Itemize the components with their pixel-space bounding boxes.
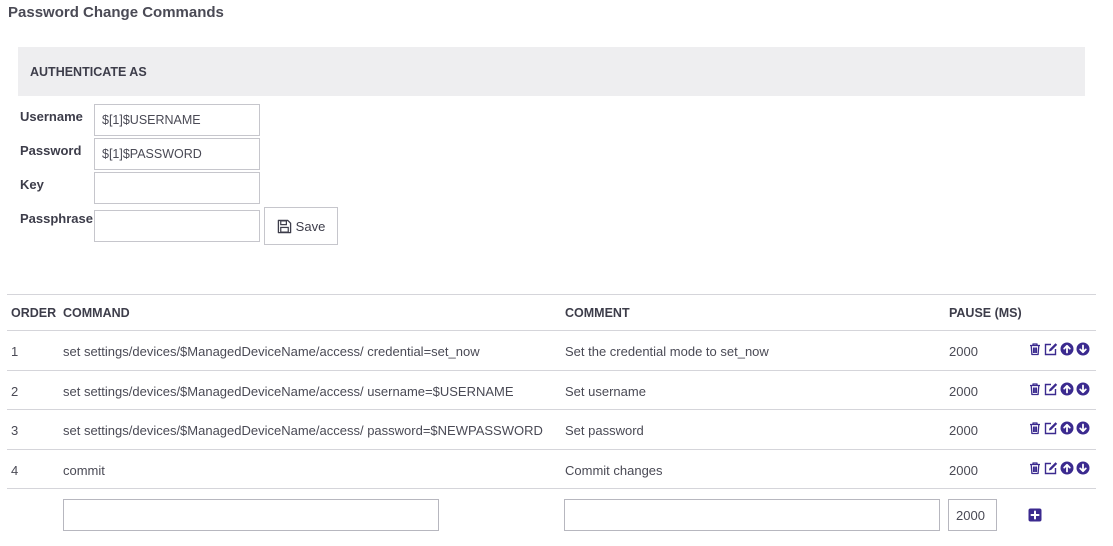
arrow-up-circle-icon[interactable]: [1060, 342, 1074, 356]
table-row: 2 set settings/devices/$ManagedDeviceNam…: [0, 371, 1113, 410]
row-command: set settings/devices/$ManagedDeviceName/…: [63, 384, 514, 399]
authenticate-as-title: AUTHENTICATE AS: [30, 65, 147, 79]
key-field[interactable]: [94, 172, 260, 204]
row-command: set settings/devices/$ManagedDeviceName/…: [63, 344, 480, 359]
row-comment: Set username: [565, 384, 646, 399]
trash-icon[interactable]: [1028, 342, 1042, 356]
row-order: 3: [11, 423, 19, 438]
order-header: ORDER: [11, 306, 57, 320]
edit-icon[interactable]: [1044, 461, 1058, 475]
new-comment-input[interactable]: [564, 499, 940, 531]
edit-icon[interactable]: [1044, 342, 1058, 356]
table-row: 1 set settings/devices/$ManagedDeviceNam…: [0, 331, 1113, 370]
plus-square-icon: [1028, 508, 1042, 522]
row-order: 2: [11, 384, 19, 399]
edit-icon[interactable]: [1044, 382, 1058, 396]
row-actions: [1028, 421, 1090, 435]
add-command-button[interactable]: [1028, 508, 1042, 522]
password-field[interactable]: [94, 138, 260, 170]
username-field[interactable]: [94, 104, 260, 136]
command-header: COMMAND: [63, 306, 130, 320]
save-button[interactable]: Save: [264, 207, 338, 245]
row-command: set settings/devices/$ManagedDeviceName/…: [63, 423, 543, 438]
password-label: Password: [20, 143, 82, 158]
row-order: 1: [11, 344, 19, 359]
row-order: 4: [11, 463, 19, 478]
edit-icon[interactable]: [1044, 421, 1058, 435]
table-top-divider: [7, 294, 1096, 295]
key-label: Key: [20, 177, 44, 192]
row-comment: Set the credential mode to set_now: [565, 344, 769, 359]
passphrase-label: Passphrase: [20, 211, 93, 226]
authenticate-as-header: AUTHENTICATE AS: [18, 47, 1085, 96]
username-label: Username: [20, 109, 83, 124]
arrow-down-circle-icon[interactable]: [1076, 382, 1090, 396]
table-row: 3 set settings/devices/$ManagedDeviceNam…: [0, 410, 1113, 449]
row-pause: 2000: [949, 344, 978, 359]
row-actions: [1028, 461, 1090, 475]
row-actions: [1028, 382, 1090, 396]
arrow-down-circle-icon[interactable]: [1076, 461, 1090, 475]
arrow-up-circle-icon[interactable]: [1060, 421, 1074, 435]
trash-icon[interactable]: [1028, 461, 1042, 475]
row-command: commit: [63, 463, 105, 478]
arrow-down-circle-icon[interactable]: [1076, 421, 1090, 435]
row-divider: [7, 488, 1096, 489]
row-pause: 2000: [949, 463, 978, 478]
row-comment: Set password: [565, 423, 644, 438]
table-row: 4 commit Commit changes 2000: [0, 450, 1113, 489]
floppy-disk-icon: [277, 219, 292, 234]
trash-icon[interactable]: [1028, 382, 1042, 396]
comment-header: COMMENT: [565, 306, 630, 320]
page-title: Password Change Commands: [8, 4, 224, 21]
row-comment: Commit changes: [565, 463, 663, 478]
row-actions: [1028, 342, 1090, 356]
arrow-up-circle-icon[interactable]: [1060, 382, 1074, 396]
save-button-label: Save: [295, 218, 326, 234]
pause-header: PAUSE (MS): [949, 306, 1022, 320]
row-pause: 2000: [949, 423, 978, 438]
arrow-down-circle-icon[interactable]: [1076, 342, 1090, 356]
arrow-up-circle-icon[interactable]: [1060, 461, 1074, 475]
passphrase-field[interactable]: [94, 210, 260, 242]
new-pause-input[interactable]: [948, 499, 997, 531]
new-command-input[interactable]: [63, 499, 439, 531]
trash-icon[interactable]: [1028, 421, 1042, 435]
row-pause: 2000: [949, 384, 978, 399]
